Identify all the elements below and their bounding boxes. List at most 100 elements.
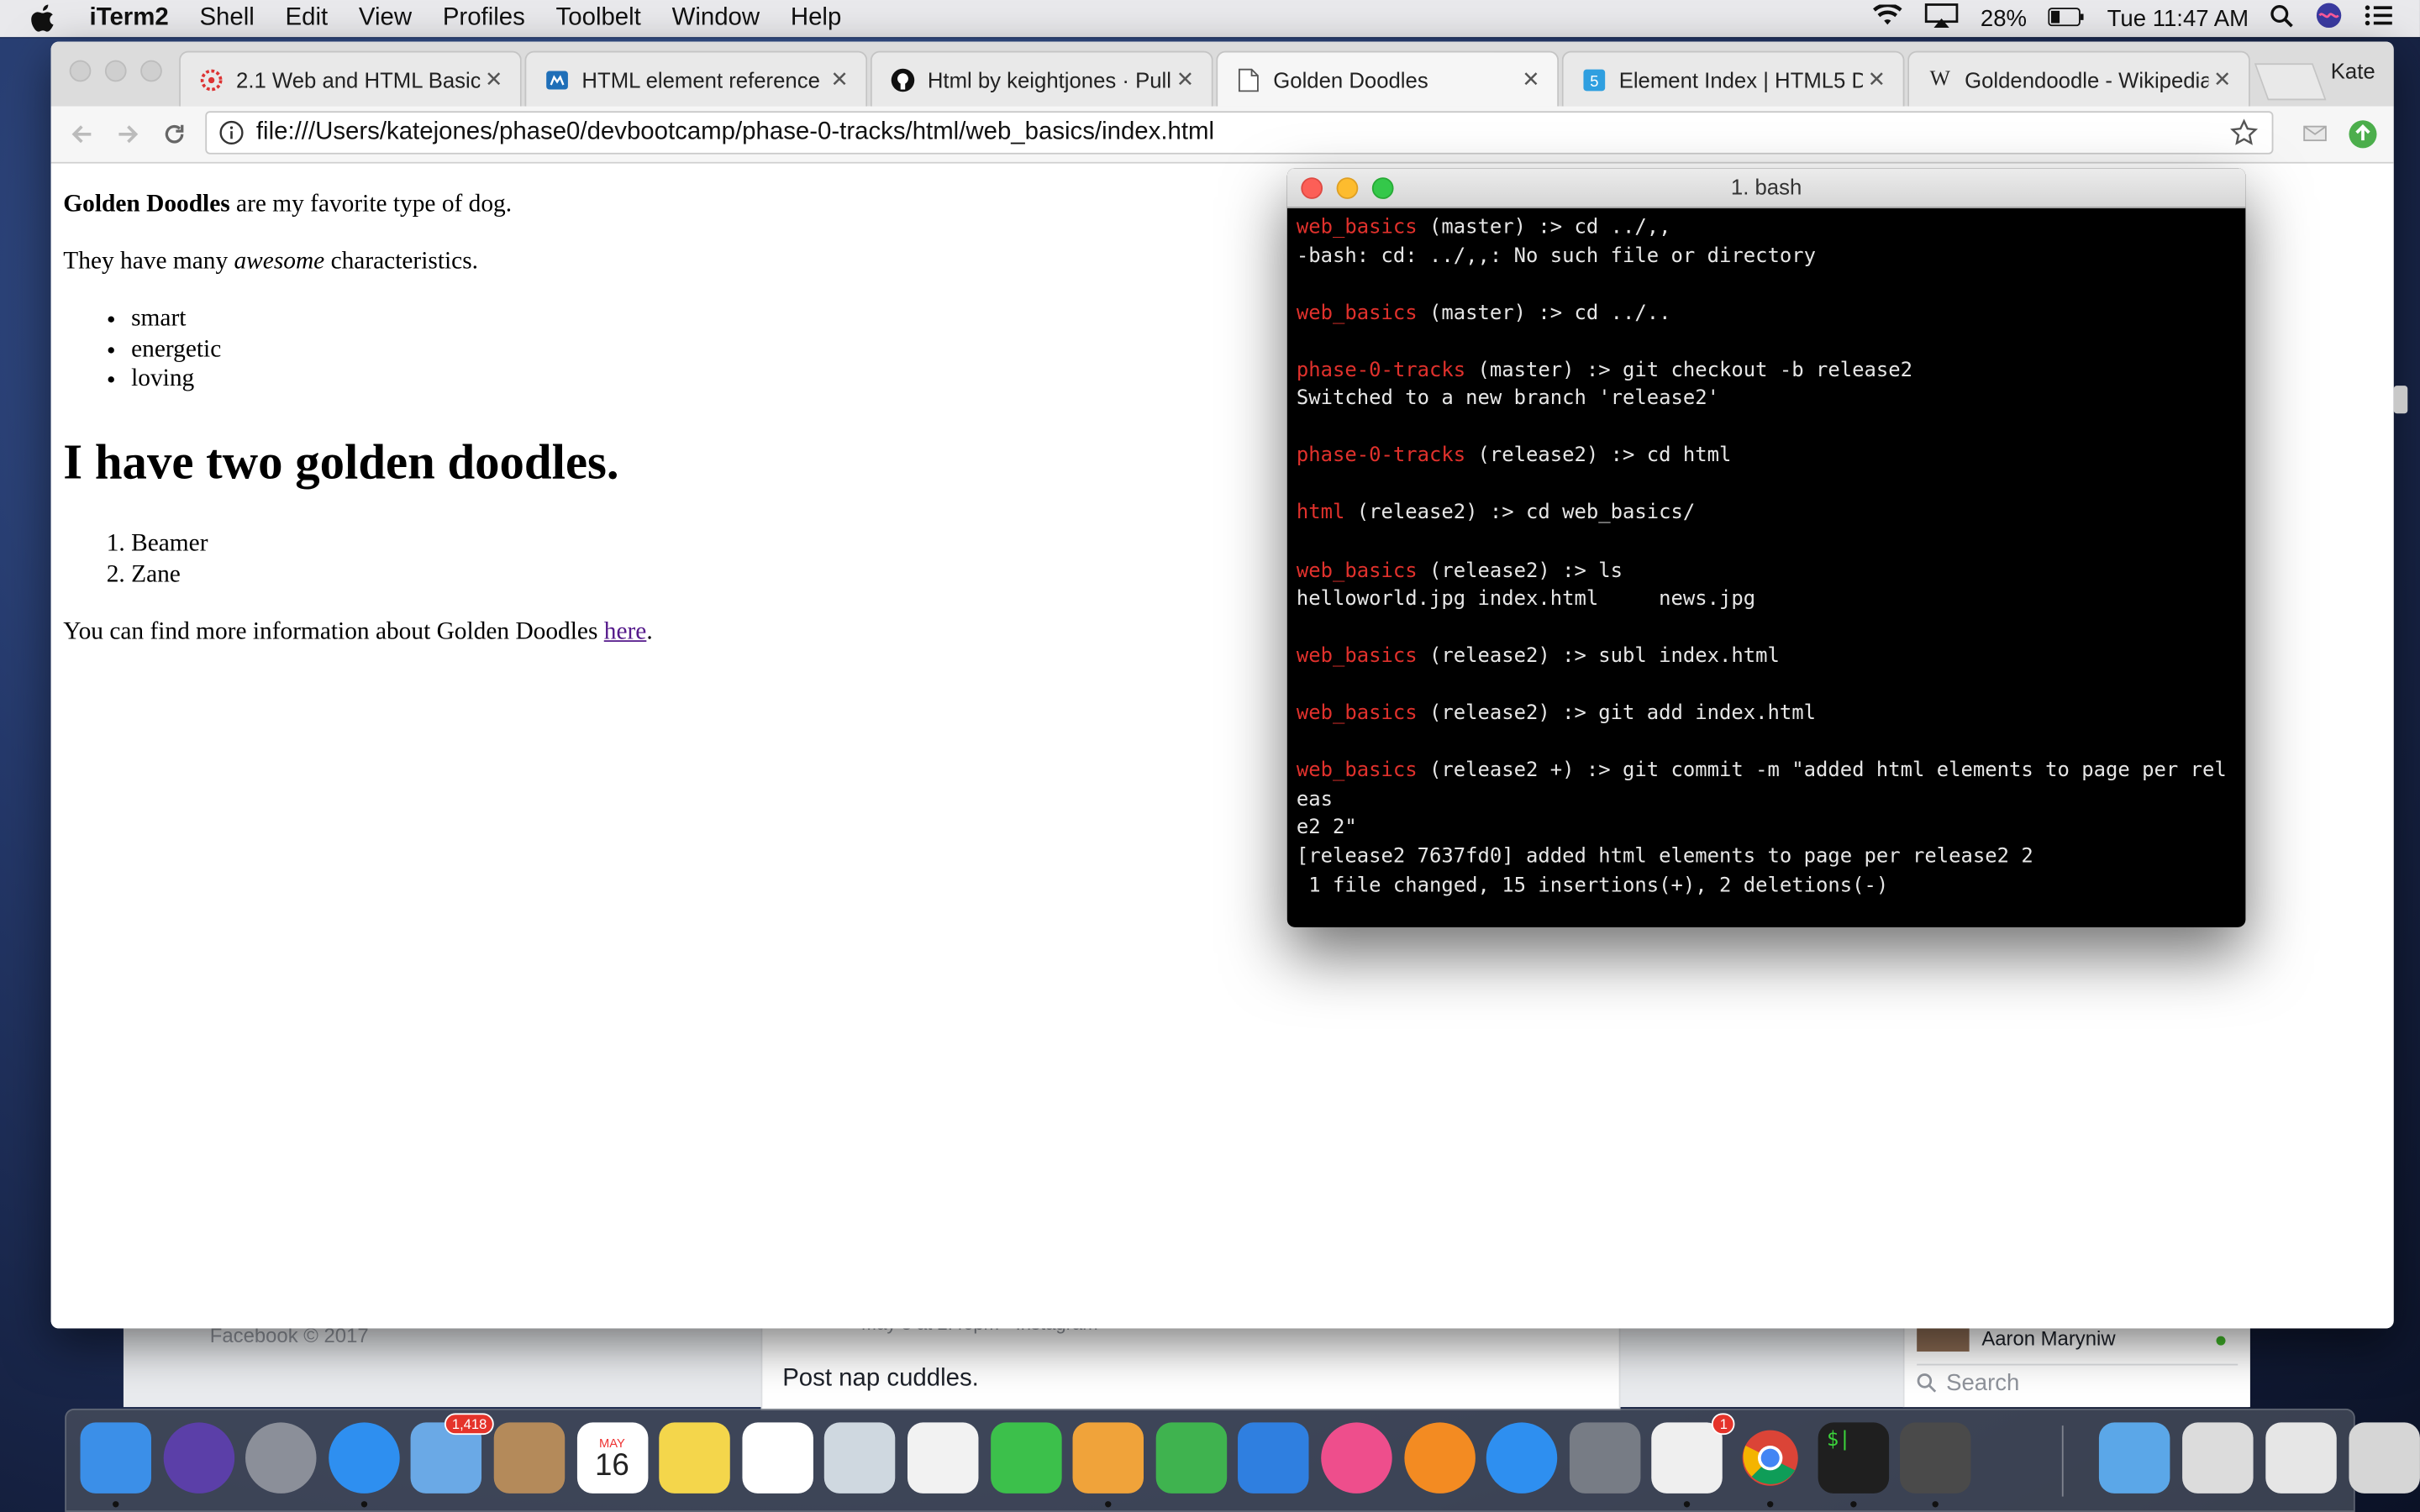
system-preferences-icon[interactable] bbox=[1569, 1422, 1641, 1494]
tab-element-index-html5[interactable]: 5 Element Index | HTML5 Do ✕ bbox=[1561, 50, 1905, 107]
extension-envelope-icon[interactable] bbox=[2302, 118, 2333, 150]
trash-icon[interactable] bbox=[2349, 1422, 2420, 1494]
menu-profiles[interactable]: Profiles bbox=[443, 5, 525, 33]
reload-icon[interactable] bbox=[159, 118, 190, 150]
info-icon[interactable] bbox=[219, 120, 244, 145]
terminal-line: web_basics (release2) :> git add index.h… bbox=[1297, 701, 2237, 729]
terminal-close-button[interactable] bbox=[1301, 177, 1323, 199]
calendar-icon[interactable]: MAY 16 bbox=[576, 1422, 648, 1494]
terminal-minimize-button[interactable] bbox=[1336, 177, 1359, 199]
downloads-folder-icon[interactable] bbox=[2098, 1422, 2170, 1494]
numbers-icon[interactable] bbox=[1155, 1422, 1227, 1494]
more-info-period: . bbox=[646, 618, 653, 645]
tab-html-element-reference[interactable]: HTML element reference - ✕ bbox=[524, 50, 868, 107]
list-item: Zane bbox=[131, 559, 208, 590]
post-caption: Post nap cuddles. bbox=[782, 1365, 979, 1392]
address-bar[interactable]: file:///Users/katejones/phase0/devbootca… bbox=[205, 111, 2274, 155]
close-tab-icon[interactable]: ✕ bbox=[1863, 66, 1891, 92]
preview-icon[interactable] bbox=[824, 1422, 897, 1494]
zoom-window-button[interactable] bbox=[140, 60, 162, 82]
sublime-text-icon[interactable] bbox=[1900, 1422, 1971, 1494]
facetime-icon[interactable] bbox=[990, 1422, 1061, 1494]
close-window-button[interactable] bbox=[69, 60, 92, 82]
app-store-icon[interactable] bbox=[1486, 1422, 1558, 1494]
wifi-icon[interactable] bbox=[1872, 3, 1903, 33]
new-tab-button[interactable] bbox=[2254, 63, 2327, 101]
profile-name[interactable]: Kate bbox=[2331, 59, 2375, 83]
menu-help[interactable]: Help bbox=[791, 5, 841, 33]
dbc-logo-icon bbox=[199, 67, 224, 92]
battery-percent[interactable]: 28% bbox=[1981, 5, 2027, 31]
recent-window-icon[interactable] bbox=[2182, 1422, 2254, 1494]
reminders-icon[interactable] bbox=[742, 1422, 813, 1494]
ibooks-icon[interactable] bbox=[1403, 1422, 1476, 1494]
online-status-dot bbox=[2216, 1336, 2226, 1346]
tab-golden-doodles[interactable]: Golden Doodles ✕ bbox=[1216, 50, 1560, 107]
terminal-zoom-button[interactable] bbox=[1371, 177, 1394, 199]
terminal-line: web_basics (master) :> cd ../,, bbox=[1297, 214, 2237, 243]
terminal-output[interactable]: web_basics (master) :> cd ../,, -bash: cd… bbox=[1287, 208, 2246, 927]
mail-icon[interactable]: 1,418 bbox=[411, 1413, 495, 1494]
pages-icon[interactable] bbox=[1072, 1422, 1144, 1494]
menu-view[interactable]: View bbox=[359, 5, 412, 33]
tab-github-pull-request[interactable]: Html by keightjones · Pull R ✕ bbox=[870, 50, 1213, 107]
slack-icon[interactable]: 1 bbox=[1651, 1413, 1736, 1494]
airplay-icon[interactable] bbox=[1925, 3, 1959, 34]
menu-window[interactable]: Window bbox=[672, 5, 760, 33]
notes-icon[interactable] bbox=[659, 1422, 731, 1494]
prompt-directory: web_basics bbox=[1296, 759, 1418, 783]
here-link[interactable]: here bbox=[604, 619, 647, 645]
minimize-window-button[interactable] bbox=[104, 60, 127, 82]
forward-arrow-icon[interactable] bbox=[113, 118, 144, 150]
siri-icon[interactable] bbox=[162, 1422, 234, 1494]
tab-goldendoodle-wikipedia[interactable]: W Goldendoodle - Wikipedia ✕ bbox=[1907, 50, 2250, 107]
output-text: helloworld.jpg index.html news.jpg bbox=[1296, 587, 1756, 612]
apple-icon[interactable] bbox=[31, 4, 65, 33]
safari-icon[interactable] bbox=[328, 1422, 400, 1494]
close-tab-icon[interactable]: ✕ bbox=[480, 66, 508, 92]
chrome-icon[interactable] bbox=[1734, 1422, 1805, 1493]
tab-title: 2.1 Web and HTML Basics bbox=[236, 66, 481, 92]
launchpad-icon[interactable] bbox=[245, 1422, 317, 1494]
close-tab-icon[interactable]: ✕ bbox=[826, 66, 854, 92]
menu-shell[interactable]: Shell bbox=[199, 5, 254, 33]
output-text: 1 file changed, 15 insertions(+), 2 dele… bbox=[1296, 874, 1889, 898]
terminal-window[interactable]: 1. bash web_basics (master) :> cd ../,, -… bbox=[1286, 168, 2246, 927]
tab-web-html-basics[interactable]: 2.1 Web and HTML Basics ✕ bbox=[179, 50, 522, 107]
close-tab-icon[interactable]: ✕ bbox=[1171, 66, 1199, 92]
photos-icon[interactable] bbox=[907, 1422, 979, 1494]
extension-update-icon[interactable] bbox=[2348, 118, 2379, 150]
tab-title: HTML element reference - bbox=[581, 66, 826, 92]
prompt-directory: web_basics bbox=[1296, 216, 1418, 239]
prompt-directory: web_basics bbox=[1296, 702, 1418, 726]
scroll-edge-handle[interactable] bbox=[2393, 386, 2408, 414]
url-text[interactable]: file:///Users/katejones/phase0/devbootca… bbox=[256, 118, 2228, 146]
menu-toolbelt[interactable]: Toolbelt bbox=[556, 5, 641, 33]
terminal-titlebar[interactable]: 1. bash bbox=[1286, 168, 2246, 208]
bookmark-star-icon[interactable] bbox=[2228, 118, 2260, 146]
itunes-icon[interactable] bbox=[1321, 1422, 1392, 1494]
contacts-icon[interactable] bbox=[493, 1422, 566, 1494]
traits-list: smart energetic loving bbox=[63, 304, 221, 394]
intro-paragraph: Golden Doodles are my favorite type of d… bbox=[63, 190, 512, 219]
prompt-command: (release2) :> cd html bbox=[1465, 444, 1732, 469]
notification-center-icon[interactable] bbox=[2365, 5, 2392, 33]
chat-search-input[interactable]: Search bbox=[1917, 1363, 2238, 1399]
close-tab-icon[interactable]: ✕ bbox=[2208, 66, 2236, 92]
back-arrow-icon[interactable] bbox=[66, 118, 97, 150]
battery-icon[interactable] bbox=[2048, 5, 2086, 31]
finder-icon[interactable] bbox=[80, 1422, 151, 1494]
terminal-line: phase-0-tracks (master) :> git checkout … bbox=[1297, 358, 2237, 386]
spotlight-search-icon[interactable] bbox=[2270, 4, 2294, 34]
prompt-command: (release2 +) :> git commit -m "added htm… bbox=[1296, 759, 2227, 811]
close-tab-icon[interactable]: ✕ bbox=[1517, 66, 1544, 92]
recent-window-icon[interactable] bbox=[2265, 1422, 2337, 1494]
menu-app-name[interactable]: iTerm2 bbox=[90, 5, 169, 33]
menu-edit[interactable]: Edit bbox=[286, 5, 329, 33]
menubar-clock[interactable]: Tue 11:47 AM bbox=[2107, 5, 2249, 31]
chat-sidebar: Aaron Maryniw Search bbox=[1902, 1320, 2250, 1408]
keynote-icon[interactable] bbox=[1238, 1422, 1310, 1494]
siri-menubar-icon[interactable] bbox=[2315, 2, 2343, 35]
iterm-icon[interactable]: $| bbox=[1817, 1422, 1889, 1494]
